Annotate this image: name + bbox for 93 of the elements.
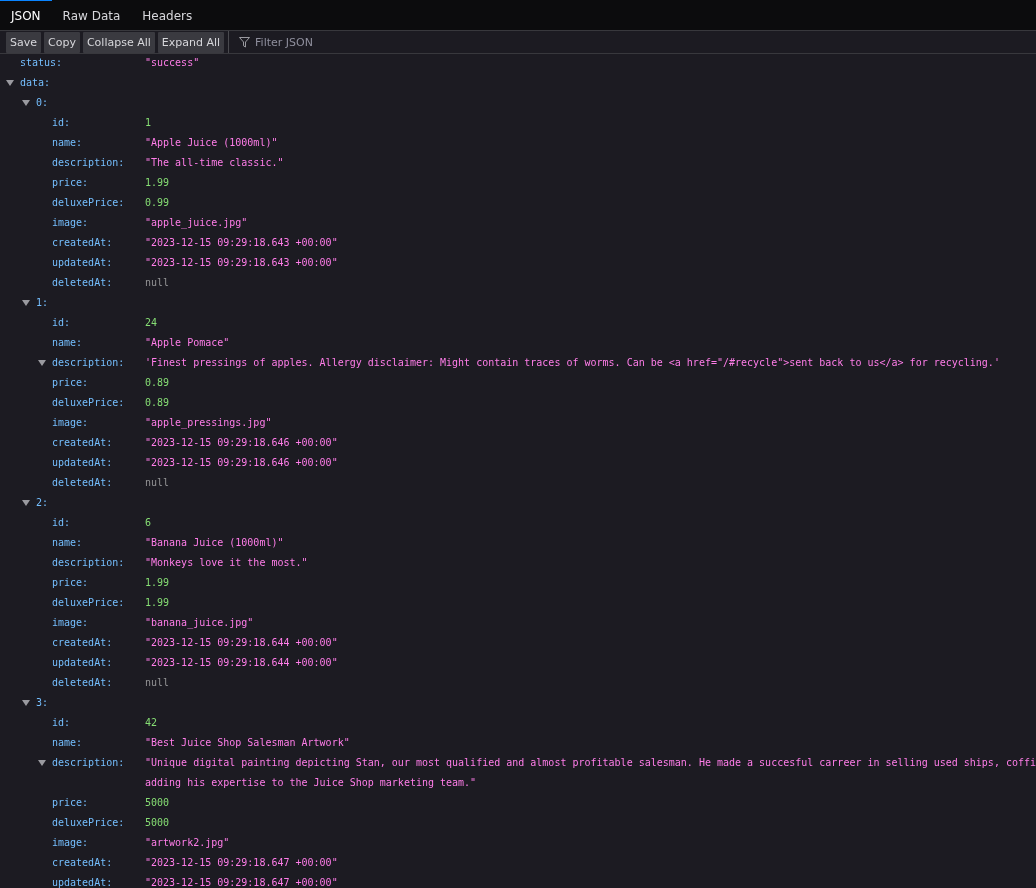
json-value: "2023-12-15 09:29:18.644 +00:00": [145, 656, 338, 670]
json-key: name:: [52, 133, 83, 153]
json-value: 1.99: [145, 576, 170, 590]
json-key: deluxePrice:: [52, 193, 125, 213]
json-value: "2023-12-15 09:29:18.643 +00:00": [145, 236, 338, 250]
json-value: null: [145, 276, 170, 290]
filter-field[interactable]: Filter JSON: [255, 35, 456, 49]
json-key: 2:: [36, 493, 49, 513]
json-value: 24: [145, 316, 158, 330]
expand-toggle-icon[interactable]: [22, 700, 30, 706]
json-key: id:: [52, 113, 71, 133]
json-key: deluxePrice:: [52, 393, 125, 413]
json-key: 1:: [36, 293, 49, 313]
filter-icon: [239, 36, 251, 48]
json-value: 'Finest pressings of apples. Allergy disclaimer: Might contain traces of worms. Can be <a href="/#recycle">sent back to us</a> for recycling.': [145, 356, 1000, 370]
toolbar-button[interactable]: Save: [6, 31, 41, 53]
json-value: "Apple Juice (1000ml)": [145, 136, 278, 150]
expand-toggle-icon[interactable]: [22, 300, 30, 306]
json-value: 0.89: [145, 396, 170, 410]
expand-toggle-icon[interactable]: [22, 500, 30, 506]
json-key: price:: [52, 793, 89, 813]
json-key: updatedAt:: [52, 453, 113, 473]
tab[interactable]: Raw Data: [51, 0, 132, 30]
json-key: name:: [52, 733, 83, 753]
json-value: 42: [145, 716, 158, 730]
json-value: "success": [145, 56, 200, 70]
expand-toggle-icon[interactable]: [6, 80, 14, 86]
json-value: null: [145, 476, 170, 490]
expand-toggle-icon[interactable]: [22, 100, 30, 106]
expand-toggle-icon[interactable]: [38, 360, 46, 366]
json-key: deletedAt:: [52, 273, 113, 293]
json-key: updatedAt:: [52, 253, 113, 273]
toolbar-button[interactable]: Collapse All: [82, 31, 155, 53]
json-value: "apple_juice.jpg": [145, 216, 248, 231]
expand-toggle-icon[interactable]: [38, 760, 46, 766]
json-key: price:: [52, 573, 89, 593]
json-key: name:: [52, 333, 83, 353]
json-value: "Banana Juice (1000ml)": [145, 536, 284, 550]
json-key: updatedAt:: [52, 653, 113, 673]
json-key: data:: [20, 73, 51, 93]
json-value: "2023-12-15 09:29:18.643 +00:00": [145, 256, 338, 270]
json-value: "apple_pressings.jpg": [145, 416, 272, 431]
toolbar-button[interactable]: Copy: [44, 31, 80, 53]
json-key: price:: [52, 373, 89, 393]
json-key: description:: [52, 353, 125, 373]
json-value: "2023-12-15 09:29:18.646 +00:00": [145, 436, 338, 450]
json-value: 0.99: [145, 196, 170, 210]
json-value: adding his expertise to the Juice Shop marketing team.": [145, 776, 478, 790]
json-value: "The all-time classic.": [145, 156, 284, 170]
json-value: 5000: [145, 796, 170, 810]
json-key: deletedAt:: [52, 673, 113, 693]
json-value: "Monkeys love it the most.": [145, 556, 308, 570]
json-key: 0:: [36, 93, 49, 113]
json-key: name:: [52, 533, 83, 553]
toolbar-button[interactable]: Expand All: [157, 31, 225, 53]
json-key: description:: [52, 153, 125, 173]
json-key: id:: [52, 313, 71, 333]
json-value: 0.89: [145, 376, 170, 390]
json-value: "2023-12-15 09:29:18.647 +00:00": [145, 856, 338, 870]
json-key: image:: [52, 833, 89, 853]
json-key: image:: [52, 613, 89, 633]
json-value: 1.99: [145, 176, 170, 190]
json-value: 6: [145, 516, 152, 530]
json-key: price:: [52, 173, 89, 193]
json-key: updatedAt:: [52, 873, 113, 888]
json-value: 1.99: [145, 596, 170, 610]
json-key: description:: [52, 553, 125, 573]
json-key: createdAt:: [52, 633, 113, 653]
json-value: "Unique digital painting depicting Stan, our most qualified and almost profitable salesman. He made a succesful carreer in selling used ships, coffi: [145, 756, 1036, 770]
json-value: 1: [145, 116, 152, 130]
json-key: 3:: [36, 693, 49, 713]
tab[interactable]: Headers: [131, 0, 204, 30]
json-key: createdAt:: [52, 853, 113, 873]
json-value: "2023-12-15 09:29:18.647 +00:00": [145, 876, 338, 888]
json-key: id:: [52, 713, 71, 733]
json-key: deluxePrice:: [52, 813, 125, 833]
json-value: "Best Juice Shop Salesman Artwork": [145, 736, 350, 750]
json-key: createdAt:: [52, 233, 113, 253]
json-key: deletedAt:: [52, 473, 113, 493]
json-key: image:: [52, 413, 89, 433]
json-value: "2023-12-15 09:29:18.646 +00:00": [145, 456, 338, 470]
json-value: null: [145, 676, 170, 690]
json-key: description:: [52, 753, 125, 773]
json-key: createdAt:: [52, 433, 113, 453]
json-key: image:: [52, 213, 89, 233]
json-value: 5000: [145, 816, 170, 830]
json-key: status:: [20, 53, 63, 73]
json-value: "Apple Pomace": [145, 336, 230, 350]
json-value: "banana_juice.jpg": [145, 616, 254, 631]
json-key: id:: [52, 513, 71, 533]
json-key: deluxePrice:: [52, 593, 125, 613]
json-value: "artwork2.jpg": [145, 836, 230, 850]
json-value: "2023-12-15 09:29:18.644 +00:00": [145, 636, 338, 650]
